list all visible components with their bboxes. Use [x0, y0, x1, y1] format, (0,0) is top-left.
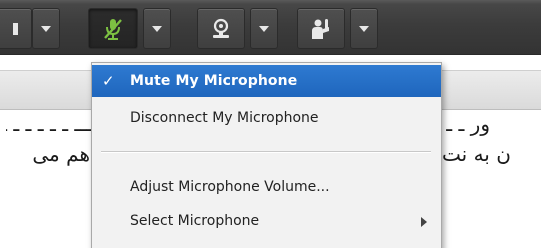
app-window: ـــ ـ ـ ـ ـ ـ ـــ ـ ـ ـ ـــ ور ـ ـ هم می… — [0, 0, 541, 248]
webcam-icon — [213, 18, 229, 38]
content-text-line-2-left: هم می — [32, 142, 90, 166]
menu-item-mute-my-microphone[interactable]: ✓ Mute My Microphone — [92, 65, 441, 97]
microphone-dropdown-menu: ✓ Mute My Microphone Disconnect My Micro… — [91, 62, 442, 248]
checkmark-icon: ✓ — [102, 72, 115, 90]
chevron-down-icon — [152, 25, 162, 32]
speaker-button[interactable] — [0, 8, 32, 49]
speaker-menu-button[interactable] — [32, 8, 60, 49]
chevron-down-icon — [41, 25, 51, 32]
speaker-icon — [13, 22, 18, 35]
raise-hand-menu-button[interactable] — [350, 8, 378, 49]
raise-hand-icon — [312, 18, 329, 39]
chevron-right-icon — [421, 217, 427, 227]
chevron-down-icon — [259, 25, 269, 32]
menu-item-disconnect-my-microphone[interactable]: Disconnect My Microphone — [92, 102, 441, 134]
menu-item-label: Select Microphone — [130, 213, 260, 229]
chevron-down-icon — [359, 25, 369, 32]
menu-item-label: Mute My Microphone — [130, 73, 298, 89]
content-text-line-2-right: ن به نت — [442, 142, 511, 166]
menu-separator — [101, 151, 431, 153]
webcam-button[interactable] — [197, 8, 245, 49]
microphone-menu-button[interactable] — [143, 8, 171, 49]
microphone-muted-icon — [104, 18, 122, 40]
menu-item-select-microphone[interactable]: Select Microphone — [92, 205, 441, 237]
raise-hand-button[interactable] — [297, 8, 345, 49]
content-text-line-1-right: ور ـ ـ — [446, 112, 490, 136]
content-text-line-1-left: ـــ ـ ـ ـ ـ ـ ـــ ـ ـ ـ ـــ — [6, 112, 92, 136]
menu-item-label: Disconnect My Microphone — [130, 110, 319, 126]
menu-item-label: Adjust Microphone Volume... — [130, 179, 330, 195]
webcam-menu-button[interactable] — [250, 8, 278, 49]
top-toolbar — [0, 0, 541, 55]
microphone-button[interactable] — [88, 8, 138, 49]
menu-item-adjust-microphone-volume[interactable]: Adjust Microphone Volume... — [92, 171, 441, 203]
